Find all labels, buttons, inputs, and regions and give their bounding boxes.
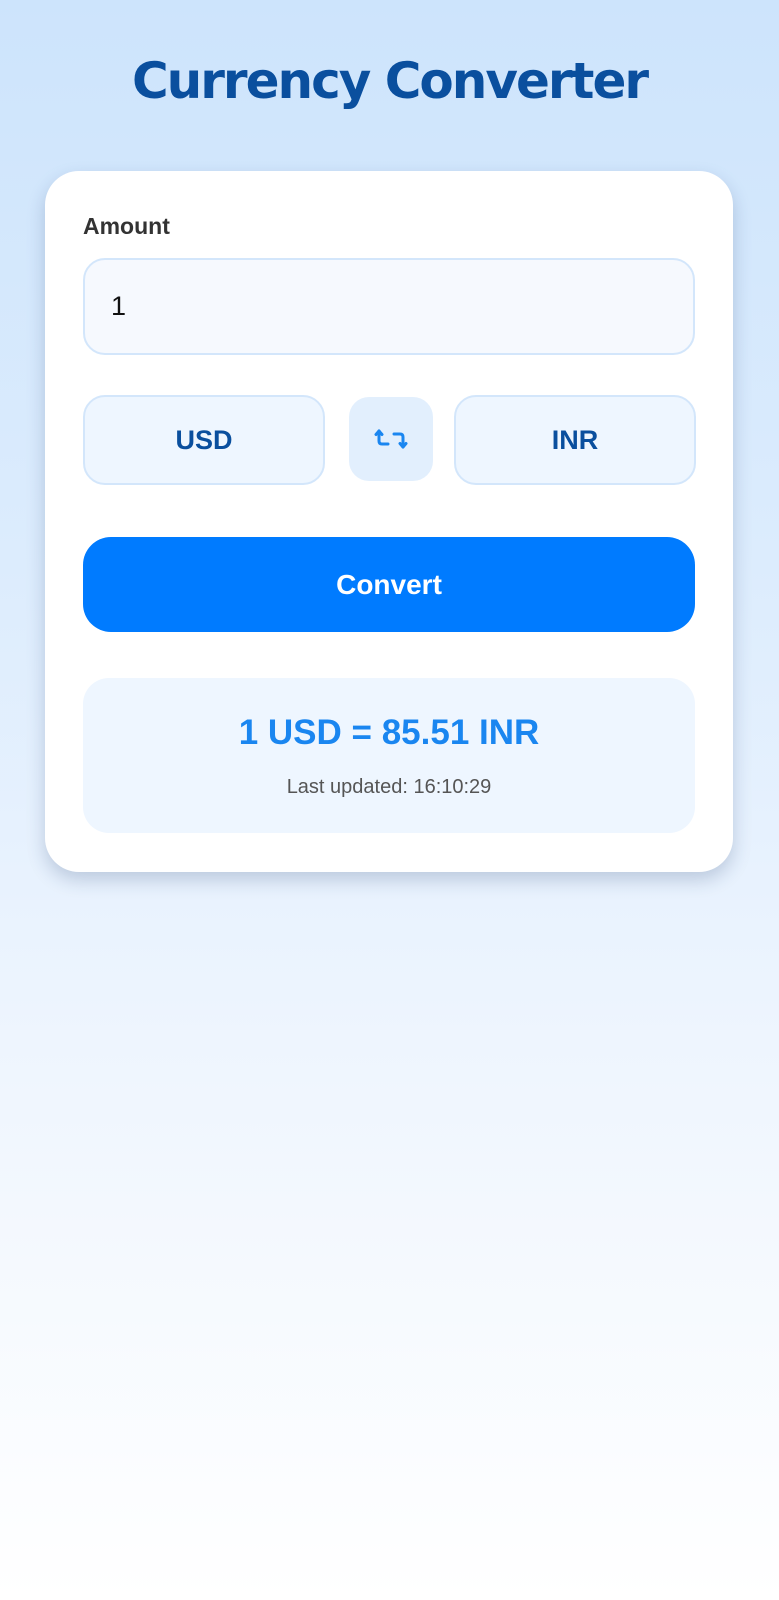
conversion-result: 1 USD = 85.51 INR <box>238 713 540 752</box>
swap-button[interactable] <box>349 397 433 481</box>
convert-button-label: Convert <box>336 568 442 600</box>
result-panel: 1 USD = 85.51 INR Last updated: 16:10:29 <box>83 678 695 833</box>
convert-button[interactable]: Convert <box>83 537 695 632</box>
converter-card: Amount USD INR Convert 1 USD = 85.51 INR… <box>45 171 733 872</box>
amount-label: Amount <box>83 213 170 239</box>
from-currency-label: USD <box>175 424 233 455</box>
last-updated: Last updated: 16:10:29 <box>286 776 492 798</box>
to-currency-label: INR <box>551 424 599 455</box>
from-currency-button[interactable]: USD <box>83 395 325 485</box>
swap-icon <box>374 429 408 449</box>
page-title: Currency Converter <box>131 52 649 110</box>
to-currency-button[interactable]: INR <box>454 395 696 485</box>
amount-input[interactable] <box>83 258 695 355</box>
